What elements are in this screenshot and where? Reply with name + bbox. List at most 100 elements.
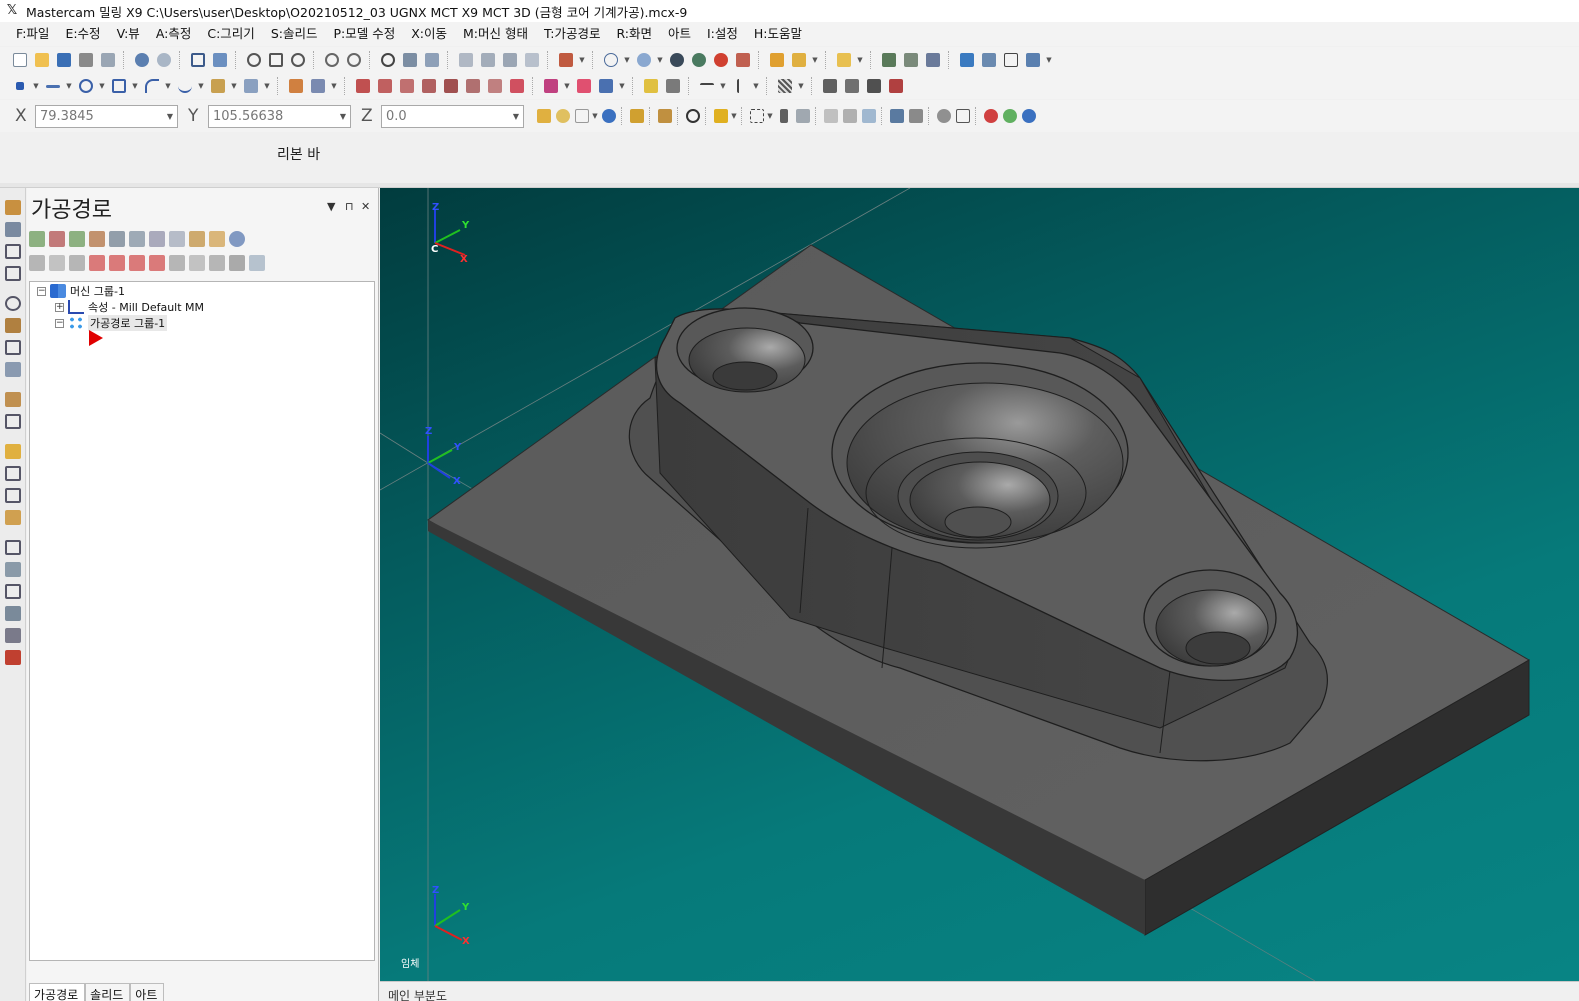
verify-icon[interactable]: [906, 107, 925, 126]
print-icon[interactable]: [76, 51, 95, 70]
verify-ops-icon[interactable]: [129, 231, 145, 247]
rotate-xform-icon[interactable]: [397, 77, 416, 96]
tab-solids[interactable]: 솔리드: [85, 983, 131, 1001]
collapse-toggle-icon[interactable]: −: [37, 286, 46, 296]
x-coordinate-field[interactable]: 79.3845 ▼: [35, 104, 178, 128]
gear-select-icon[interactable]: [934, 107, 953, 126]
mirror-icon[interactable]: [375, 77, 394, 96]
edge-select-icon[interactable]: [859, 107, 878, 126]
shaded-icon[interactable]: [634, 51, 653, 70]
point-dropdown-icon[interactable]: ▼: [32, 82, 40, 90]
high-feed-icon[interactable]: [189, 231, 205, 247]
wireframe-icon[interactable]: [601, 51, 620, 70]
raster-icon[interactable]: [5, 606, 21, 621]
print-preview-icon[interactable]: [98, 51, 117, 70]
z-coordinate-field[interactable]: 0.0 ▼: [381, 104, 524, 128]
chevron-down-icon[interactable]: ▼: [513, 112, 519, 121]
toggle-display-icon[interactable]: [49, 255, 65, 271]
surface-dropdown-icon[interactable]: ▼: [263, 82, 271, 90]
planes-dropdown-icon[interactable]: ▼: [578, 56, 586, 64]
menu-file[interactable]: F:파일: [8, 22, 57, 46]
simulate-icon[interactable]: [149, 231, 165, 247]
facing-toolpath-icon[interactable]: [5, 266, 21, 281]
note-icon[interactable]: [663, 77, 682, 96]
fillet-dropdown-icon[interactable]: ▼: [164, 82, 172, 90]
toolpath-filter-icon[interactable]: [249, 255, 265, 271]
menu-machine-type[interactable]: M:머신 형태: [455, 22, 536, 46]
pointer-icon[interactable]: [774, 107, 793, 126]
sigma-icon[interactable]: [1001, 51, 1020, 70]
chevron-down-icon[interactable]: ▼: [167, 112, 173, 121]
dynamic-mill-icon[interactable]: [5, 540, 21, 555]
scale-icon[interactable]: [419, 77, 438, 96]
menu-screen[interactable]: R:화면: [608, 22, 660, 46]
single-op-icon[interactable]: [209, 255, 225, 271]
copy-layer-icon[interactable]: [655, 107, 674, 126]
window-select-icon[interactable]: [747, 107, 766, 126]
translate-icon[interactable]: [353, 77, 372, 96]
ok-icon[interactable]: [1000, 107, 1019, 126]
vertical-dim-icon[interactable]: [730, 77, 749, 96]
contour-toolpath-icon[interactable]: [5, 200, 21, 215]
menu-art[interactable]: 아트: [660, 22, 699, 46]
open-file-icon[interactable]: [32, 51, 51, 70]
help-icon[interactable]: [599, 107, 618, 126]
solid-select-icon[interactable]: [793, 107, 812, 126]
repaint-icon[interactable]: [210, 51, 229, 70]
toggle-post-icon[interactable]: [69, 255, 85, 271]
area-mill-icon[interactable]: [5, 562, 21, 577]
view-front-icon[interactable]: [500, 51, 519, 70]
select-all-operations-icon[interactable]: [29, 231, 45, 247]
scallop-icon[interactable]: [5, 628, 21, 643]
pencil-dropdown-icon[interactable]: ▼: [811, 56, 819, 64]
stock-model-icon[interactable]: [5, 650, 21, 665]
menu-xform[interactable]: X:이동: [403, 22, 455, 46]
offset-icon[interactable]: [441, 77, 460, 96]
close-icon[interactable]: ✕: [361, 200, 370, 213]
display-options-icon[interactable]: [229, 255, 245, 271]
redo-icon[interactable]: [154, 51, 173, 70]
finish-pencil-icon[interactable]: [5, 510, 21, 525]
scroll-arrow-icon[interactable]: [149, 255, 165, 271]
zoom-window-icon[interactable]: [266, 51, 285, 70]
analyze-icon[interactable]: [834, 51, 853, 70]
save-icon[interactable]: [54, 51, 73, 70]
fast-point-icon[interactable]: [534, 107, 553, 126]
surface-pocket-icon[interactable]: [5, 414, 21, 429]
pan-icon[interactable]: [400, 51, 419, 70]
settings-gear-icon[interactable]: [957, 51, 976, 70]
wireframe-dropdown-icon[interactable]: ▼: [623, 56, 631, 64]
menu-analyze[interactable]: A:측정: [148, 22, 200, 46]
line-dropdown-icon[interactable]: ▼: [65, 82, 73, 90]
finish-steep-icon[interactable]: [5, 466, 21, 481]
menu-model-prep[interactable]: P:모델 수정: [325, 22, 403, 46]
pencil-icon[interactable]: [767, 51, 786, 70]
collapse-toggle-icon[interactable]: −: [55, 318, 64, 328]
analyze-dropdown-icon[interactable]: ▼: [856, 56, 864, 64]
drill-toolpath-icon[interactable]: [5, 222, 21, 237]
move-down-icon[interactable]: [89, 255, 105, 271]
view-iso-icon[interactable]: [456, 51, 475, 70]
config-icon[interactable]: [979, 51, 998, 70]
break-icon[interactable]: [308, 77, 327, 96]
panel-menu-icon[interactable]: ▼: [327, 200, 335, 213]
menu-solids[interactable]: S:솔리드: [263, 22, 326, 46]
trim-dropdown-icon[interactable]: ▼: [330, 82, 338, 90]
menu-view[interactable]: V:뷰: [109, 22, 148, 46]
blend-icon[interactable]: [5, 584, 21, 599]
slot-mill-icon[interactable]: [5, 340, 21, 355]
lock-icon[interactable]: [29, 255, 45, 271]
zoom-selected-icon[interactable]: [288, 51, 307, 70]
rotate-icon[interactable]: [378, 51, 397, 70]
drill-dropdown-icon[interactable]: ▼: [618, 82, 626, 90]
menu-settings[interactable]: I:설정: [699, 22, 746, 46]
line-icon[interactable]: [43, 77, 62, 96]
chevron-down-icon[interactable]: ▼: [340, 112, 346, 121]
move-up-icon[interactable]: [109, 255, 125, 271]
layer-icon-4[interactable]: [886, 77, 905, 96]
chain-dropdown-icon[interactable]: ▼: [563, 82, 571, 90]
tab-art[interactable]: 아트: [130, 983, 165, 1001]
new-file-icon[interactable]: [10, 51, 29, 70]
circle-icon[interactable]: [76, 77, 95, 96]
menu-help[interactable]: H:도움말: [746, 22, 810, 46]
